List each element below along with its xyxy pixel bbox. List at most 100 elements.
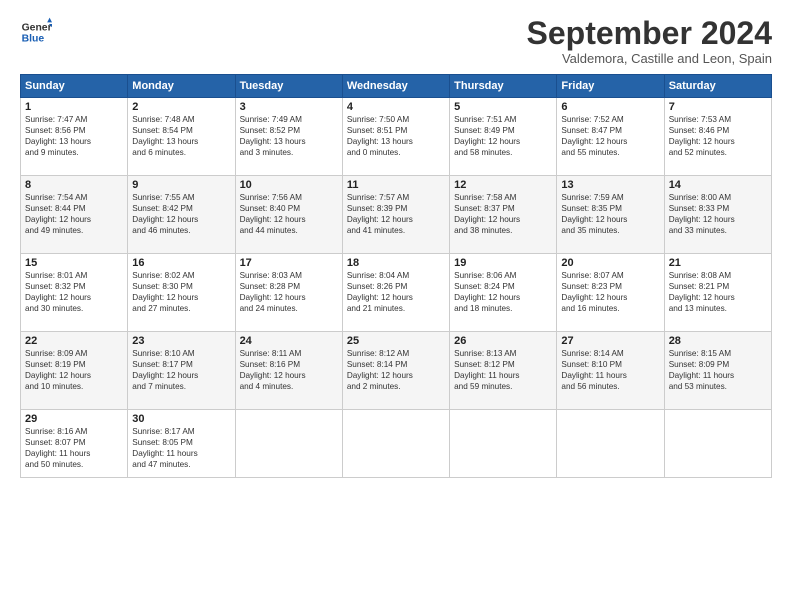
- weekday-header-monday: Monday: [128, 75, 235, 98]
- logo-icon: General Blue: [20, 16, 52, 48]
- day-number: 18: [347, 257, 445, 269]
- svg-text:Blue: Blue: [22, 34, 45, 45]
- day-number: 22: [25, 335, 123, 347]
- day-number: 24: [240, 335, 338, 347]
- day-info: Sunrise: 7:58 AM Sunset: 8:37 PM Dayligh…: [454, 192, 552, 236]
- day-number: 30: [132, 413, 230, 425]
- calendar-cell: 11Sunrise: 7:57 AM Sunset: 8:39 PM Dayli…: [342, 176, 449, 254]
- day-number: 12: [454, 179, 552, 191]
- day-info: Sunrise: 8:09 AM Sunset: 8:19 PM Dayligh…: [25, 348, 123, 392]
- day-info: Sunrise: 7:55 AM Sunset: 8:42 PM Dayligh…: [132, 192, 230, 236]
- calendar-cell: 15Sunrise: 8:01 AM Sunset: 8:32 PM Dayli…: [21, 254, 128, 332]
- calendar-cell: 27Sunrise: 8:14 AM Sunset: 8:10 PM Dayli…: [557, 332, 664, 410]
- day-info: Sunrise: 8:06 AM Sunset: 8:24 PM Dayligh…: [454, 270, 552, 314]
- month-title: September 2024: [527, 16, 772, 51]
- day-info: Sunrise: 8:08 AM Sunset: 8:21 PM Dayligh…: [669, 270, 767, 314]
- day-number: 26: [454, 335, 552, 347]
- day-info: Sunrise: 8:11 AM Sunset: 8:16 PM Dayligh…: [240, 348, 338, 392]
- calendar-cell: 20Sunrise: 8:07 AM Sunset: 8:23 PM Dayli…: [557, 254, 664, 332]
- day-number: 4: [347, 101, 445, 113]
- calendar-cell: [557, 410, 664, 478]
- day-number: 6: [561, 101, 659, 113]
- day-number: 1: [25, 101, 123, 113]
- day-number: 7: [669, 101, 767, 113]
- day-number: 28: [669, 335, 767, 347]
- calendar-cell: 29Sunrise: 8:16 AM Sunset: 8:07 PM Dayli…: [21, 410, 128, 478]
- day-number: 2: [132, 101, 230, 113]
- weekday-header-thursday: Thursday: [450, 75, 557, 98]
- weekday-header-friday: Friday: [557, 75, 664, 98]
- day-number: 20: [561, 257, 659, 269]
- day-info: Sunrise: 8:10 AM Sunset: 8:17 PM Dayligh…: [132, 348, 230, 392]
- calendar-cell: 22Sunrise: 8:09 AM Sunset: 8:19 PM Dayli…: [21, 332, 128, 410]
- day-number: 19: [454, 257, 552, 269]
- calendar-cell: 21Sunrise: 8:08 AM Sunset: 8:21 PM Dayli…: [664, 254, 771, 332]
- calendar-cell: 30Sunrise: 8:17 AM Sunset: 8:05 PM Dayli…: [128, 410, 235, 478]
- weekday-header-sunday: Sunday: [21, 75, 128, 98]
- calendar-cell: 3Sunrise: 7:49 AM Sunset: 8:52 PM Daylig…: [235, 98, 342, 176]
- calendar-cell: 18Sunrise: 8:04 AM Sunset: 8:26 PM Dayli…: [342, 254, 449, 332]
- day-number: 25: [347, 335, 445, 347]
- day-info: Sunrise: 8:15 AM Sunset: 8:09 PM Dayligh…: [669, 348, 767, 392]
- day-info: Sunrise: 7:59 AM Sunset: 8:35 PM Dayligh…: [561, 192, 659, 236]
- day-info: Sunrise: 7:48 AM Sunset: 8:54 PM Dayligh…: [132, 114, 230, 158]
- day-info: Sunrise: 8:12 AM Sunset: 8:14 PM Dayligh…: [347, 348, 445, 392]
- day-info: Sunrise: 7:49 AM Sunset: 8:52 PM Dayligh…: [240, 114, 338, 158]
- calendar-cell: [342, 410, 449, 478]
- calendar-cell: 8Sunrise: 7:54 AM Sunset: 8:44 PM Daylig…: [21, 176, 128, 254]
- calendar-cell: 7Sunrise: 7:53 AM Sunset: 8:46 PM Daylig…: [664, 98, 771, 176]
- calendar-cell: 4Sunrise: 7:50 AM Sunset: 8:51 PM Daylig…: [342, 98, 449, 176]
- calendar-cell: 10Sunrise: 7:56 AM Sunset: 8:40 PM Dayli…: [235, 176, 342, 254]
- day-number: 27: [561, 335, 659, 347]
- day-info: Sunrise: 7:51 AM Sunset: 8:49 PM Dayligh…: [454, 114, 552, 158]
- header: General Blue September 2024 Valdemora, C…: [20, 16, 772, 66]
- day-info: Sunrise: 8:03 AM Sunset: 8:28 PM Dayligh…: [240, 270, 338, 314]
- day-info: Sunrise: 8:01 AM Sunset: 8:32 PM Dayligh…: [25, 270, 123, 314]
- day-number: 13: [561, 179, 659, 191]
- calendar-cell: 5Sunrise: 7:51 AM Sunset: 8:49 PM Daylig…: [450, 98, 557, 176]
- weekday-header-tuesday: Tuesday: [235, 75, 342, 98]
- calendar-cell: 6Sunrise: 7:52 AM Sunset: 8:47 PM Daylig…: [557, 98, 664, 176]
- calendar-cell: 25Sunrise: 8:12 AM Sunset: 8:14 PM Dayli…: [342, 332, 449, 410]
- day-info: Sunrise: 8:02 AM Sunset: 8:30 PM Dayligh…: [132, 270, 230, 314]
- day-info: Sunrise: 7:53 AM Sunset: 8:46 PM Dayligh…: [669, 114, 767, 158]
- calendar-table: SundayMondayTuesdayWednesdayThursdayFrid…: [20, 74, 772, 478]
- day-info: Sunrise: 7:54 AM Sunset: 8:44 PM Dayligh…: [25, 192, 123, 236]
- calendar-page: General Blue September 2024 Valdemora, C…: [0, 0, 792, 612]
- calendar-cell: 9Sunrise: 7:55 AM Sunset: 8:42 PM Daylig…: [128, 176, 235, 254]
- day-info: Sunrise: 8:07 AM Sunset: 8:23 PM Dayligh…: [561, 270, 659, 314]
- calendar-cell: 17Sunrise: 8:03 AM Sunset: 8:28 PM Dayli…: [235, 254, 342, 332]
- day-number: 23: [132, 335, 230, 347]
- calendar-cell: 1Sunrise: 7:47 AM Sunset: 8:56 PM Daylig…: [21, 98, 128, 176]
- day-info: Sunrise: 7:56 AM Sunset: 8:40 PM Dayligh…: [240, 192, 338, 236]
- day-number: 29: [25, 413, 123, 425]
- day-number: 5: [454, 101, 552, 113]
- day-number: 9: [132, 179, 230, 191]
- day-info: Sunrise: 8:14 AM Sunset: 8:10 PM Dayligh…: [561, 348, 659, 392]
- day-number: 17: [240, 257, 338, 269]
- day-number: 14: [669, 179, 767, 191]
- day-info: Sunrise: 8:13 AM Sunset: 8:12 PM Dayligh…: [454, 348, 552, 392]
- day-number: 16: [132, 257, 230, 269]
- calendar-cell: 24Sunrise: 8:11 AM Sunset: 8:16 PM Dayli…: [235, 332, 342, 410]
- calendar-cell: 14Sunrise: 8:00 AM Sunset: 8:33 PM Dayli…: [664, 176, 771, 254]
- day-info: Sunrise: 8:17 AM Sunset: 8:05 PM Dayligh…: [132, 426, 230, 470]
- weekday-header-wednesday: Wednesday: [342, 75, 449, 98]
- calendar-cell: 19Sunrise: 8:06 AM Sunset: 8:24 PM Dayli…: [450, 254, 557, 332]
- logo: General Blue: [20, 16, 52, 48]
- day-number: 10: [240, 179, 338, 191]
- calendar-cell: 2Sunrise: 7:48 AM Sunset: 8:54 PM Daylig…: [128, 98, 235, 176]
- calendar-cell: 28Sunrise: 8:15 AM Sunset: 8:09 PM Dayli…: [664, 332, 771, 410]
- day-info: Sunrise: 8:00 AM Sunset: 8:33 PM Dayligh…: [669, 192, 767, 236]
- location-subtitle: Valdemora, Castille and Leon, Spain: [527, 51, 772, 66]
- day-number: 11: [347, 179, 445, 191]
- title-block: September 2024 Valdemora, Castille and L…: [527, 16, 772, 66]
- calendar-cell: [664, 410, 771, 478]
- calendar-cell: 26Sunrise: 8:13 AM Sunset: 8:12 PM Dayli…: [450, 332, 557, 410]
- calendar-body: 1Sunrise: 7:47 AM Sunset: 8:56 PM Daylig…: [21, 98, 772, 478]
- day-number: 15: [25, 257, 123, 269]
- day-info: Sunrise: 7:57 AM Sunset: 8:39 PM Dayligh…: [347, 192, 445, 236]
- day-number: 3: [240, 101, 338, 113]
- day-info: Sunrise: 7:50 AM Sunset: 8:51 PM Dayligh…: [347, 114, 445, 158]
- svg-text:General: General: [22, 22, 52, 33]
